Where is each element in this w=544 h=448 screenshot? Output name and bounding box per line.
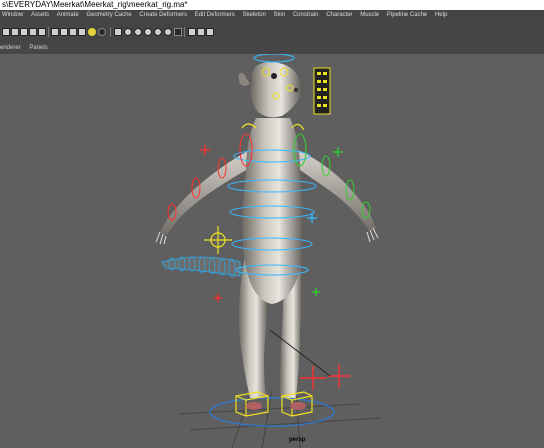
menu-panels[interactable]: Panels [29, 43, 47, 54]
image-plane-icon[interactable] [29, 28, 37, 36]
bookmark-icon[interactable] [20, 28, 28, 36]
panel-menubar: enderer Panels [0, 43, 544, 54]
menu-renderer[interactable]: enderer [0, 43, 21, 54]
right-arm-mesh [294, 150, 376, 232]
smooth-shade-icon[interactable] [60, 28, 68, 36]
menu-assets[interactable]: Assets [31, 10, 49, 21]
menu-animate[interactable]: Animate [57, 10, 79, 21]
film-gate-icon[interactable] [197, 28, 205, 36]
toolbar-divider [48, 27, 49, 37]
ik-handle-controls [300, 364, 350, 390]
texture-icon[interactable] [69, 28, 77, 36]
toolbar-divider [184, 27, 185, 37]
window-title: s\EVERYDAY\Meerkat\Meerkat_rig\meerkat_r… [0, 0, 544, 10]
isolate-select-icon[interactable] [174, 28, 182, 36]
toolbar-divider [110, 27, 111, 37]
lighting-icon[interactable] [88, 28, 96, 36]
depth-of-field-icon[interactable] [154, 28, 162, 36]
wireframe-icon[interactable] [51, 28, 59, 36]
grid-icon[interactable] [38, 28, 46, 36]
ambient-occlusion-icon[interactable] [124, 28, 132, 36]
root-control [209, 397, 335, 427]
menu-muscle[interactable]: Muscle [360, 10, 379, 21]
menu-pipeline-cache[interactable]: Pipeline Cache [387, 10, 427, 21]
ear-mesh [238, 73, 250, 86]
ik-pole-line [269, 329, 331, 377]
menu-character[interactable]: Character [326, 10, 352, 21]
nose-mesh [294, 88, 298, 92]
eye-mesh [271, 73, 277, 79]
menu-edit-deformers[interactable]: Edit Deformers [195, 10, 235, 21]
xray-joints-icon[interactable] [188, 28, 196, 36]
tail-master-control [204, 226, 232, 254]
menu-window[interactable]: Window [2, 10, 23, 21]
resolution-gate-icon[interactable] [206, 28, 214, 36]
menu-geometry-cache[interactable]: Geometry Cache [86, 10, 131, 21]
menu-create-deformers[interactable]: Create Deformers [139, 10, 187, 21]
left-arm-mesh [160, 150, 254, 236]
menu-help[interactable]: Help [435, 10, 447, 21]
camera-label: persp [289, 437, 306, 443]
antialias-icon[interactable] [144, 28, 152, 36]
scene-canvas [155, 54, 381, 448]
camera-attributes-icon[interactable] [11, 28, 19, 36]
hdr-icon[interactable] [164, 28, 172, 36]
menu-skeleton[interactable]: Skeleton [242, 10, 265, 21]
motion-blur-icon[interactable] [134, 28, 142, 36]
camera-select-icon[interactable] [2, 28, 10, 36]
flat-shade-icon[interactable] [78, 28, 86, 36]
xray-icon[interactable] [114, 28, 122, 36]
main-menubar: Window Assets Animate Geometry Cache Cre… [0, 10, 544, 21]
menu-constrain[interactable]: Constrain [293, 10, 319, 21]
viewport-3d[interactable] [0, 54, 544, 448]
face-control-panel [313, 67, 331, 115]
head-mesh [250, 62, 302, 118]
menu-skin[interactable]: Skin [274, 10, 286, 21]
shadow-icon[interactable] [98, 28, 106, 36]
